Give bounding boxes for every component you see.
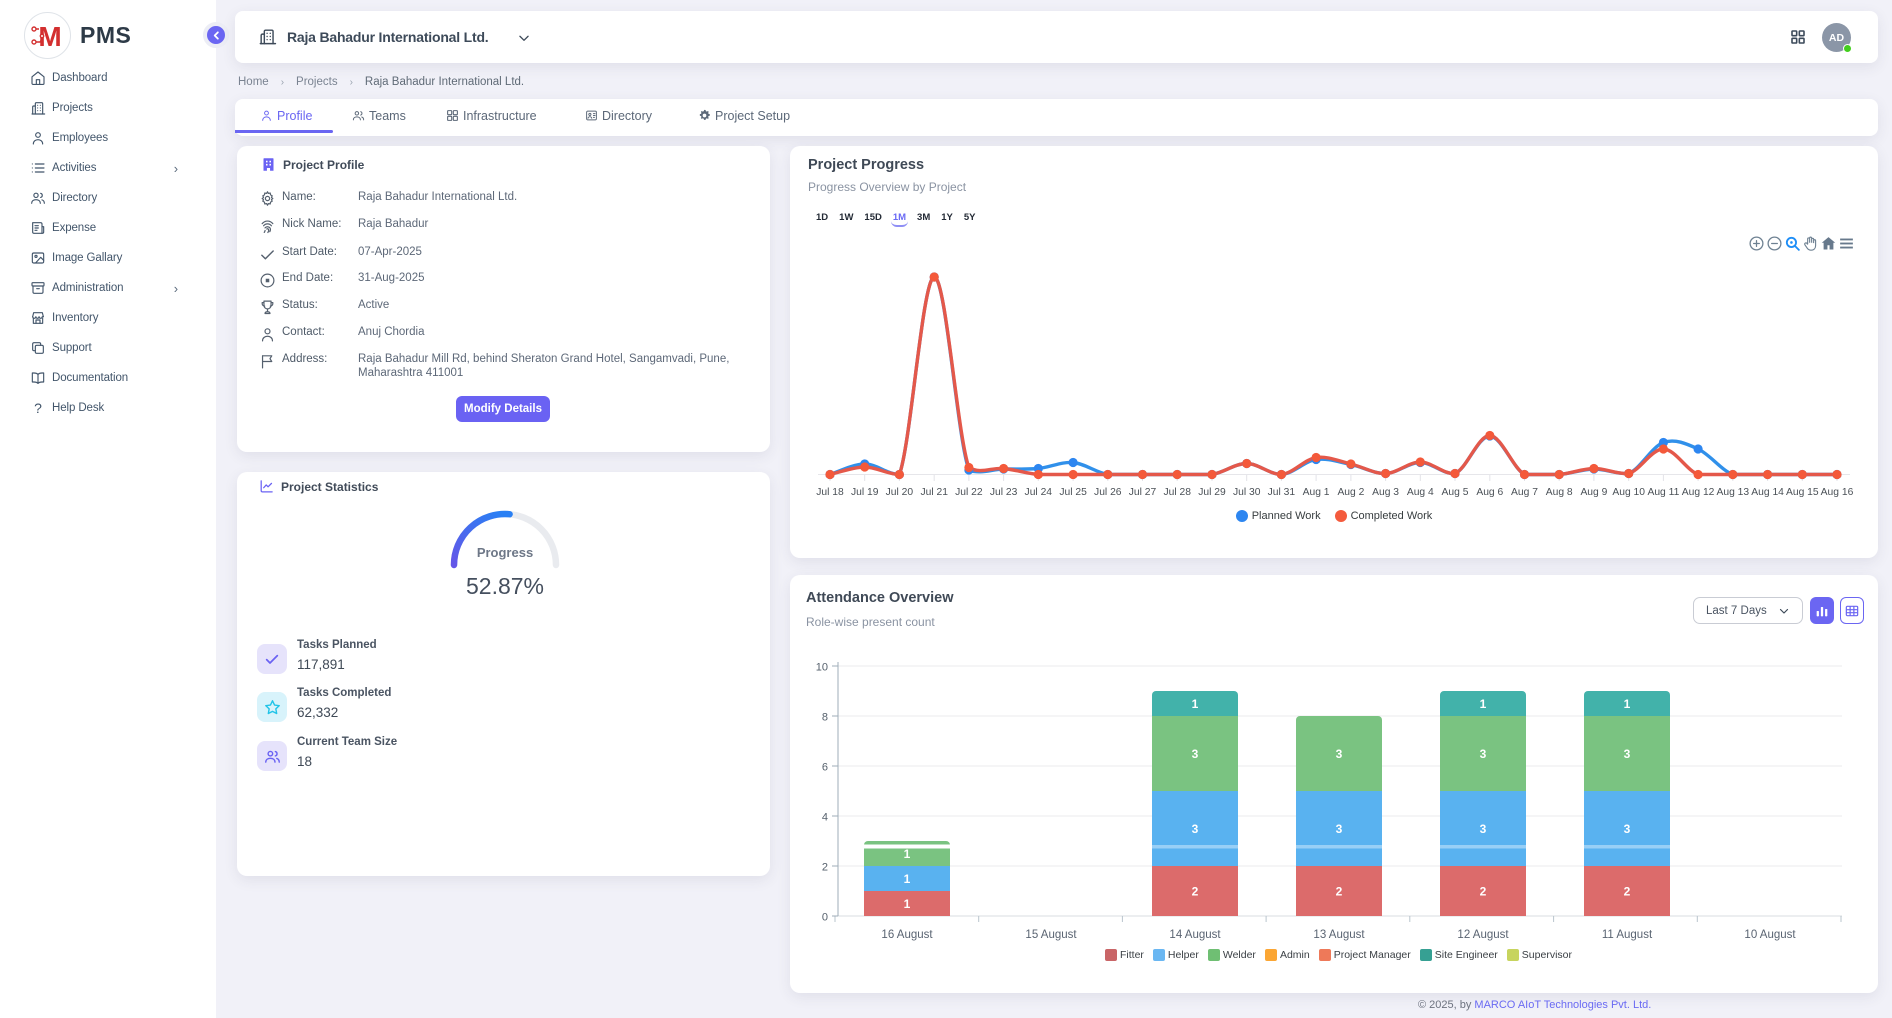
svg-text:16 August: 16 August (881, 929, 933, 941)
svg-text:Aug 12: Aug 12 (1682, 487, 1715, 498)
svg-text:2: 2 (1336, 885, 1343, 899)
svg-text:2: 2 (1480, 885, 1487, 899)
svg-text:Aug 5: Aug 5 (1442, 487, 1469, 498)
svg-text:Aug 11: Aug 11 (1647, 487, 1679, 498)
svg-text:8: 8 (822, 712, 828, 724)
svg-text:3: 3 (1336, 747, 1343, 761)
svg-text:10 August: 10 August (1744, 929, 1796, 941)
svg-text:1: 1 (904, 847, 911, 861)
svg-text:1: 1 (1192, 697, 1199, 711)
svg-text:3: 3 (1480, 822, 1487, 836)
svg-text:3: 3 (1192, 822, 1199, 836)
svg-text:Jul 26: Jul 26 (1094, 487, 1122, 498)
svg-text:3: 3 (1192, 747, 1199, 761)
svg-text:3: 3 (1480, 747, 1487, 761)
svg-text:3: 3 (1624, 747, 1631, 761)
svg-text:1: 1 (904, 897, 911, 911)
svg-text:4: 4 (822, 812, 828, 824)
svg-text:11 August: 11 August (1602, 929, 1653, 941)
svg-text:2: 2 (1192, 885, 1199, 899)
svg-text:Aug 8: Aug 8 (1546, 487, 1573, 498)
svg-text:Jul 31: Jul 31 (1268, 487, 1296, 498)
svg-text:Jul 28: Jul 28 (1163, 487, 1191, 498)
svg-text:Jul 27: Jul 27 (1129, 487, 1157, 498)
svg-text:Aug 1: Aug 1 (1303, 487, 1330, 498)
svg-text:1: 1 (1624, 697, 1631, 711)
svg-text:Aug 6: Aug 6 (1476, 487, 1503, 498)
svg-text:Aug 15: Aug 15 (1786, 487, 1819, 498)
svg-text:Aug 13: Aug 13 (1716, 487, 1749, 498)
svg-text:Jul 24: Jul 24 (1025, 487, 1053, 498)
svg-text:Jul 18: Jul 18 (816, 487, 844, 498)
svg-text:3: 3 (1336, 822, 1343, 836)
svg-text:Jul 20: Jul 20 (886, 487, 914, 498)
svg-text:15 August: 15 August (1025, 929, 1077, 941)
svg-text:1: 1 (904, 872, 911, 886)
svg-text:Aug 3: Aug 3 (1372, 487, 1399, 498)
svg-text:Aug 10: Aug 10 (1612, 487, 1645, 498)
svg-text:0: 0 (822, 912, 828, 924)
svg-text:12 August: 12 August (1457, 929, 1509, 941)
svg-text:Jul 19: Jul 19 (851, 487, 879, 498)
svg-text:Aug 16: Aug 16 (1821, 487, 1854, 498)
svg-text:Aug 9: Aug 9 (1580, 487, 1607, 498)
svg-text:2: 2 (822, 862, 828, 874)
svg-text:1: 1 (1480, 697, 1487, 711)
svg-text:14 August: 14 August (1169, 929, 1221, 941)
svg-text:Aug 4: Aug 4 (1407, 487, 1434, 498)
svg-text:3: 3 (1624, 822, 1631, 836)
svg-text:Jul 30: Jul 30 (1233, 487, 1261, 498)
svg-text:Jul 22: Jul 22 (955, 487, 983, 498)
svg-text:Jul 23: Jul 23 (990, 487, 1018, 498)
svg-text:2: 2 (1624, 885, 1631, 899)
svg-text:10: 10 (816, 662, 828, 674)
svg-text:Jul 21: Jul 21 (920, 487, 948, 498)
svg-text:Jul 29: Jul 29 (1198, 487, 1226, 498)
svg-text:Aug 7: Aug 7 (1511, 487, 1538, 498)
svg-text:13 August: 13 August (1313, 929, 1365, 941)
svg-text:Jul 25: Jul 25 (1059, 487, 1087, 498)
svg-text:Aug 14: Aug 14 (1751, 487, 1784, 498)
svg-text:Aug 2: Aug 2 (1337, 487, 1364, 498)
svg-text:6: 6 (822, 762, 828, 774)
